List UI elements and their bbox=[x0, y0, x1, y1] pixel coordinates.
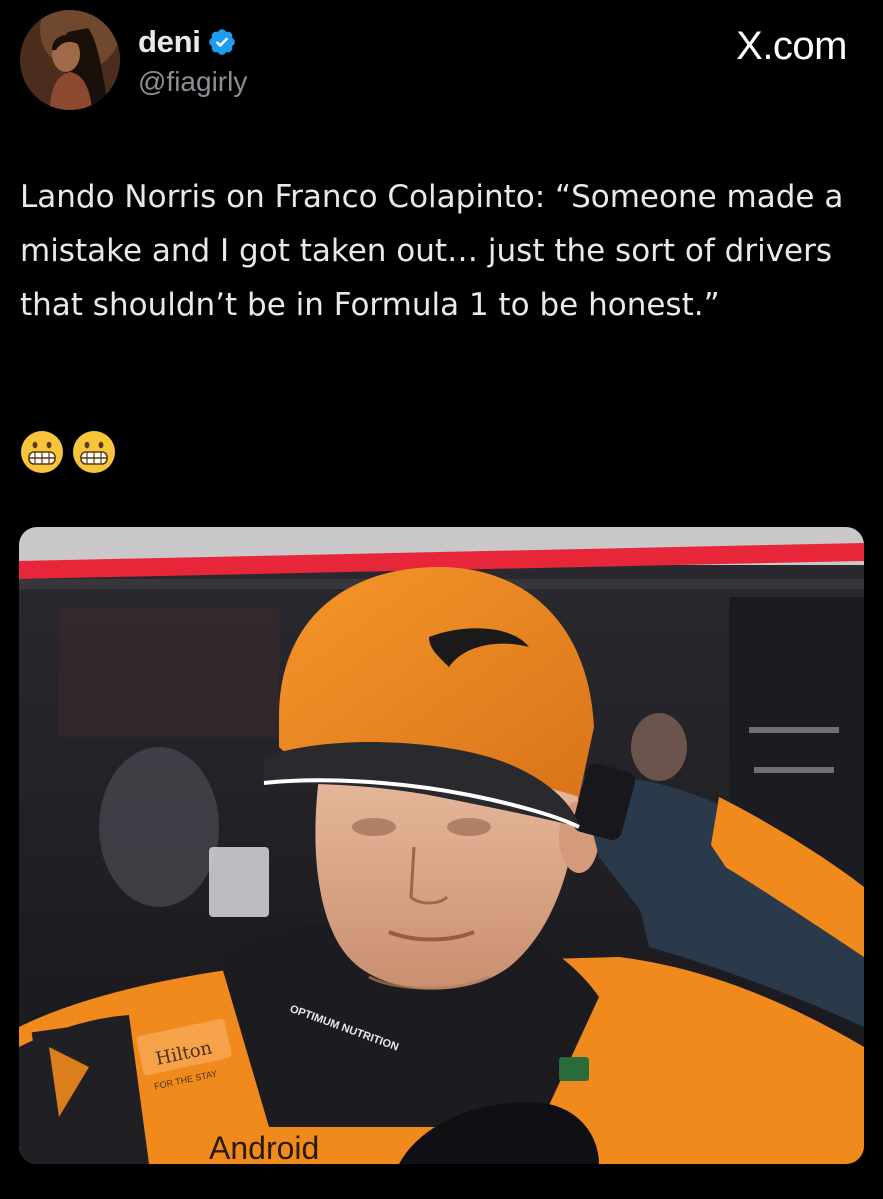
grimacing-face-icon bbox=[21, 431, 63, 473]
emoji-row bbox=[20, 430, 116, 474]
post-text: Lando Norris on Franco Colapinto: “Someo… bbox=[20, 179, 844, 323]
display-name[interactable]: deni bbox=[138, 24, 201, 60]
user-handle[interactable]: @fiagirly bbox=[138, 66, 247, 98]
grimacing-face-icon bbox=[73, 431, 115, 473]
post-header: deni @fiagirly X.com bbox=[20, 10, 863, 110]
verified-badge-icon bbox=[208, 29, 235, 55]
chest-text: Android bbox=[209, 1130, 319, 1164]
brand-watermark: X.com bbox=[736, 24, 847, 68]
profile-avatar[interactable] bbox=[20, 10, 120, 110]
name-row: deni bbox=[138, 24, 247, 60]
post-media-photo[interactable]: Hilton FOR THE STAY OPTIMUM NUTRITION An… bbox=[19, 527, 864, 1164]
user-block: deni @fiagirly bbox=[138, 24, 247, 98]
